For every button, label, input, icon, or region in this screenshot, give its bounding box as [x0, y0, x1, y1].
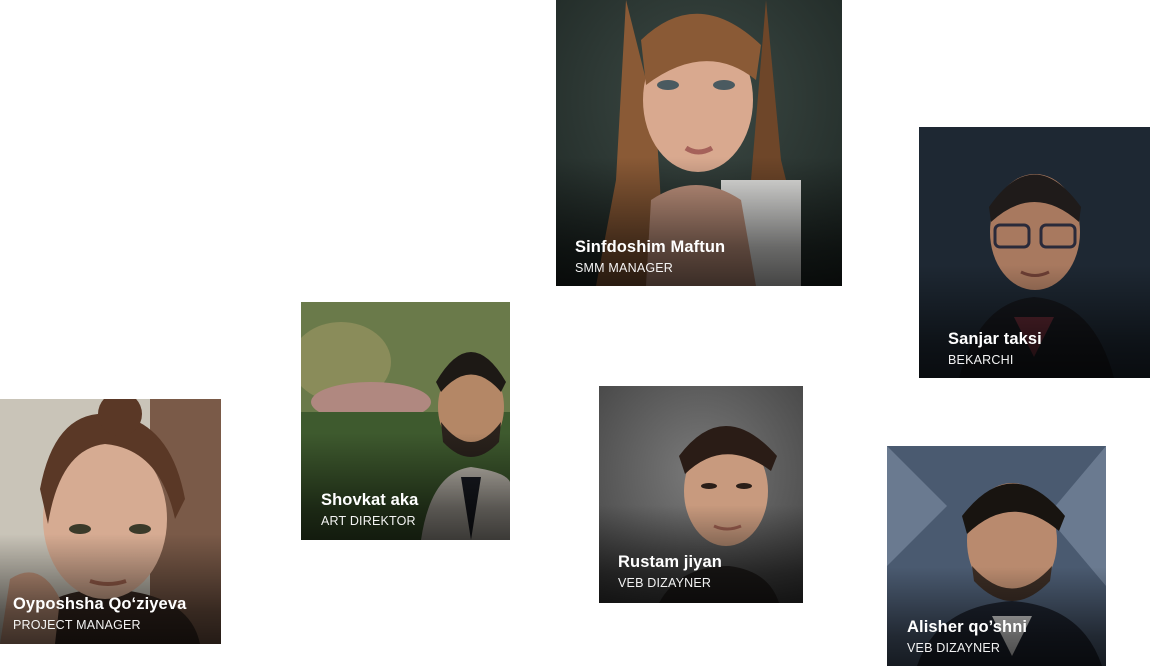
team-card-caption: Shovkat aka ART DIREKTOR	[321, 490, 418, 529]
team-member-role: ART DIREKTOR	[321, 514, 416, 528]
team-member-name: Rustam jiyan	[618, 553, 722, 571]
team-member-role: PROJECT MANAGER	[13, 618, 141, 632]
team-card-caption: Sinfdoshim Maftun SMM MANAGER	[575, 237, 725, 276]
team-member-name: Alisher qo’shni	[907, 618, 1028, 636]
team-card-caption: Oyposhsha Qo‘ziyeva PROJECT MANAGER	[13, 594, 186, 633]
team-card-caption: Alisher qo’shni VEB DIZAYNER	[907, 617, 1027, 656]
team-card-rustam-jiyan[interactable]: Rustam jiyan VEB DIZAYNER	[599, 386, 803, 603]
team-card-alisher-qoshni[interactable]: Alisher qo’shni VEB DIZAYNER	[887, 446, 1106, 666]
team-card-sanjar-taksi[interactable]: Sanjar taksi BEKARCHI	[919, 127, 1150, 378]
team-member-role: VEB DIZAYNER	[618, 576, 712, 590]
team-member-name: Sanjar taksi	[948, 330, 1042, 348]
team-member-role: SMM MANAGER	[575, 261, 674, 275]
team-card-shovkat-aka[interactable]: Shovkat aka ART DIREKTOR	[301, 302, 510, 540]
team-member-name: Shovkat aka	[321, 491, 419, 509]
team-member-role: BEKARCHI	[948, 353, 1014, 367]
team-card-caption: Rustam jiyan VEB DIZAYNER	[618, 552, 722, 591]
team-card-caption: Sanjar taksi BEKARCHI	[948, 329, 1042, 368]
team-member-name: Sinfdoshim Maftun	[575, 238, 726, 256]
team-member-role: VEB DIZAYNER	[907, 641, 1001, 655]
team-member-name: Oyposhsha Qo‘ziyeva	[13, 595, 187, 613]
team-card-oyposhsha-quziyeva[interactable]: Oyposhsha Qo‘ziyeva PROJECT MANAGER	[0, 399, 221, 644]
team-card-sinfdoshim-maftun[interactable]: Sinfdoshim Maftun SMM MANAGER	[556, 0, 842, 286]
